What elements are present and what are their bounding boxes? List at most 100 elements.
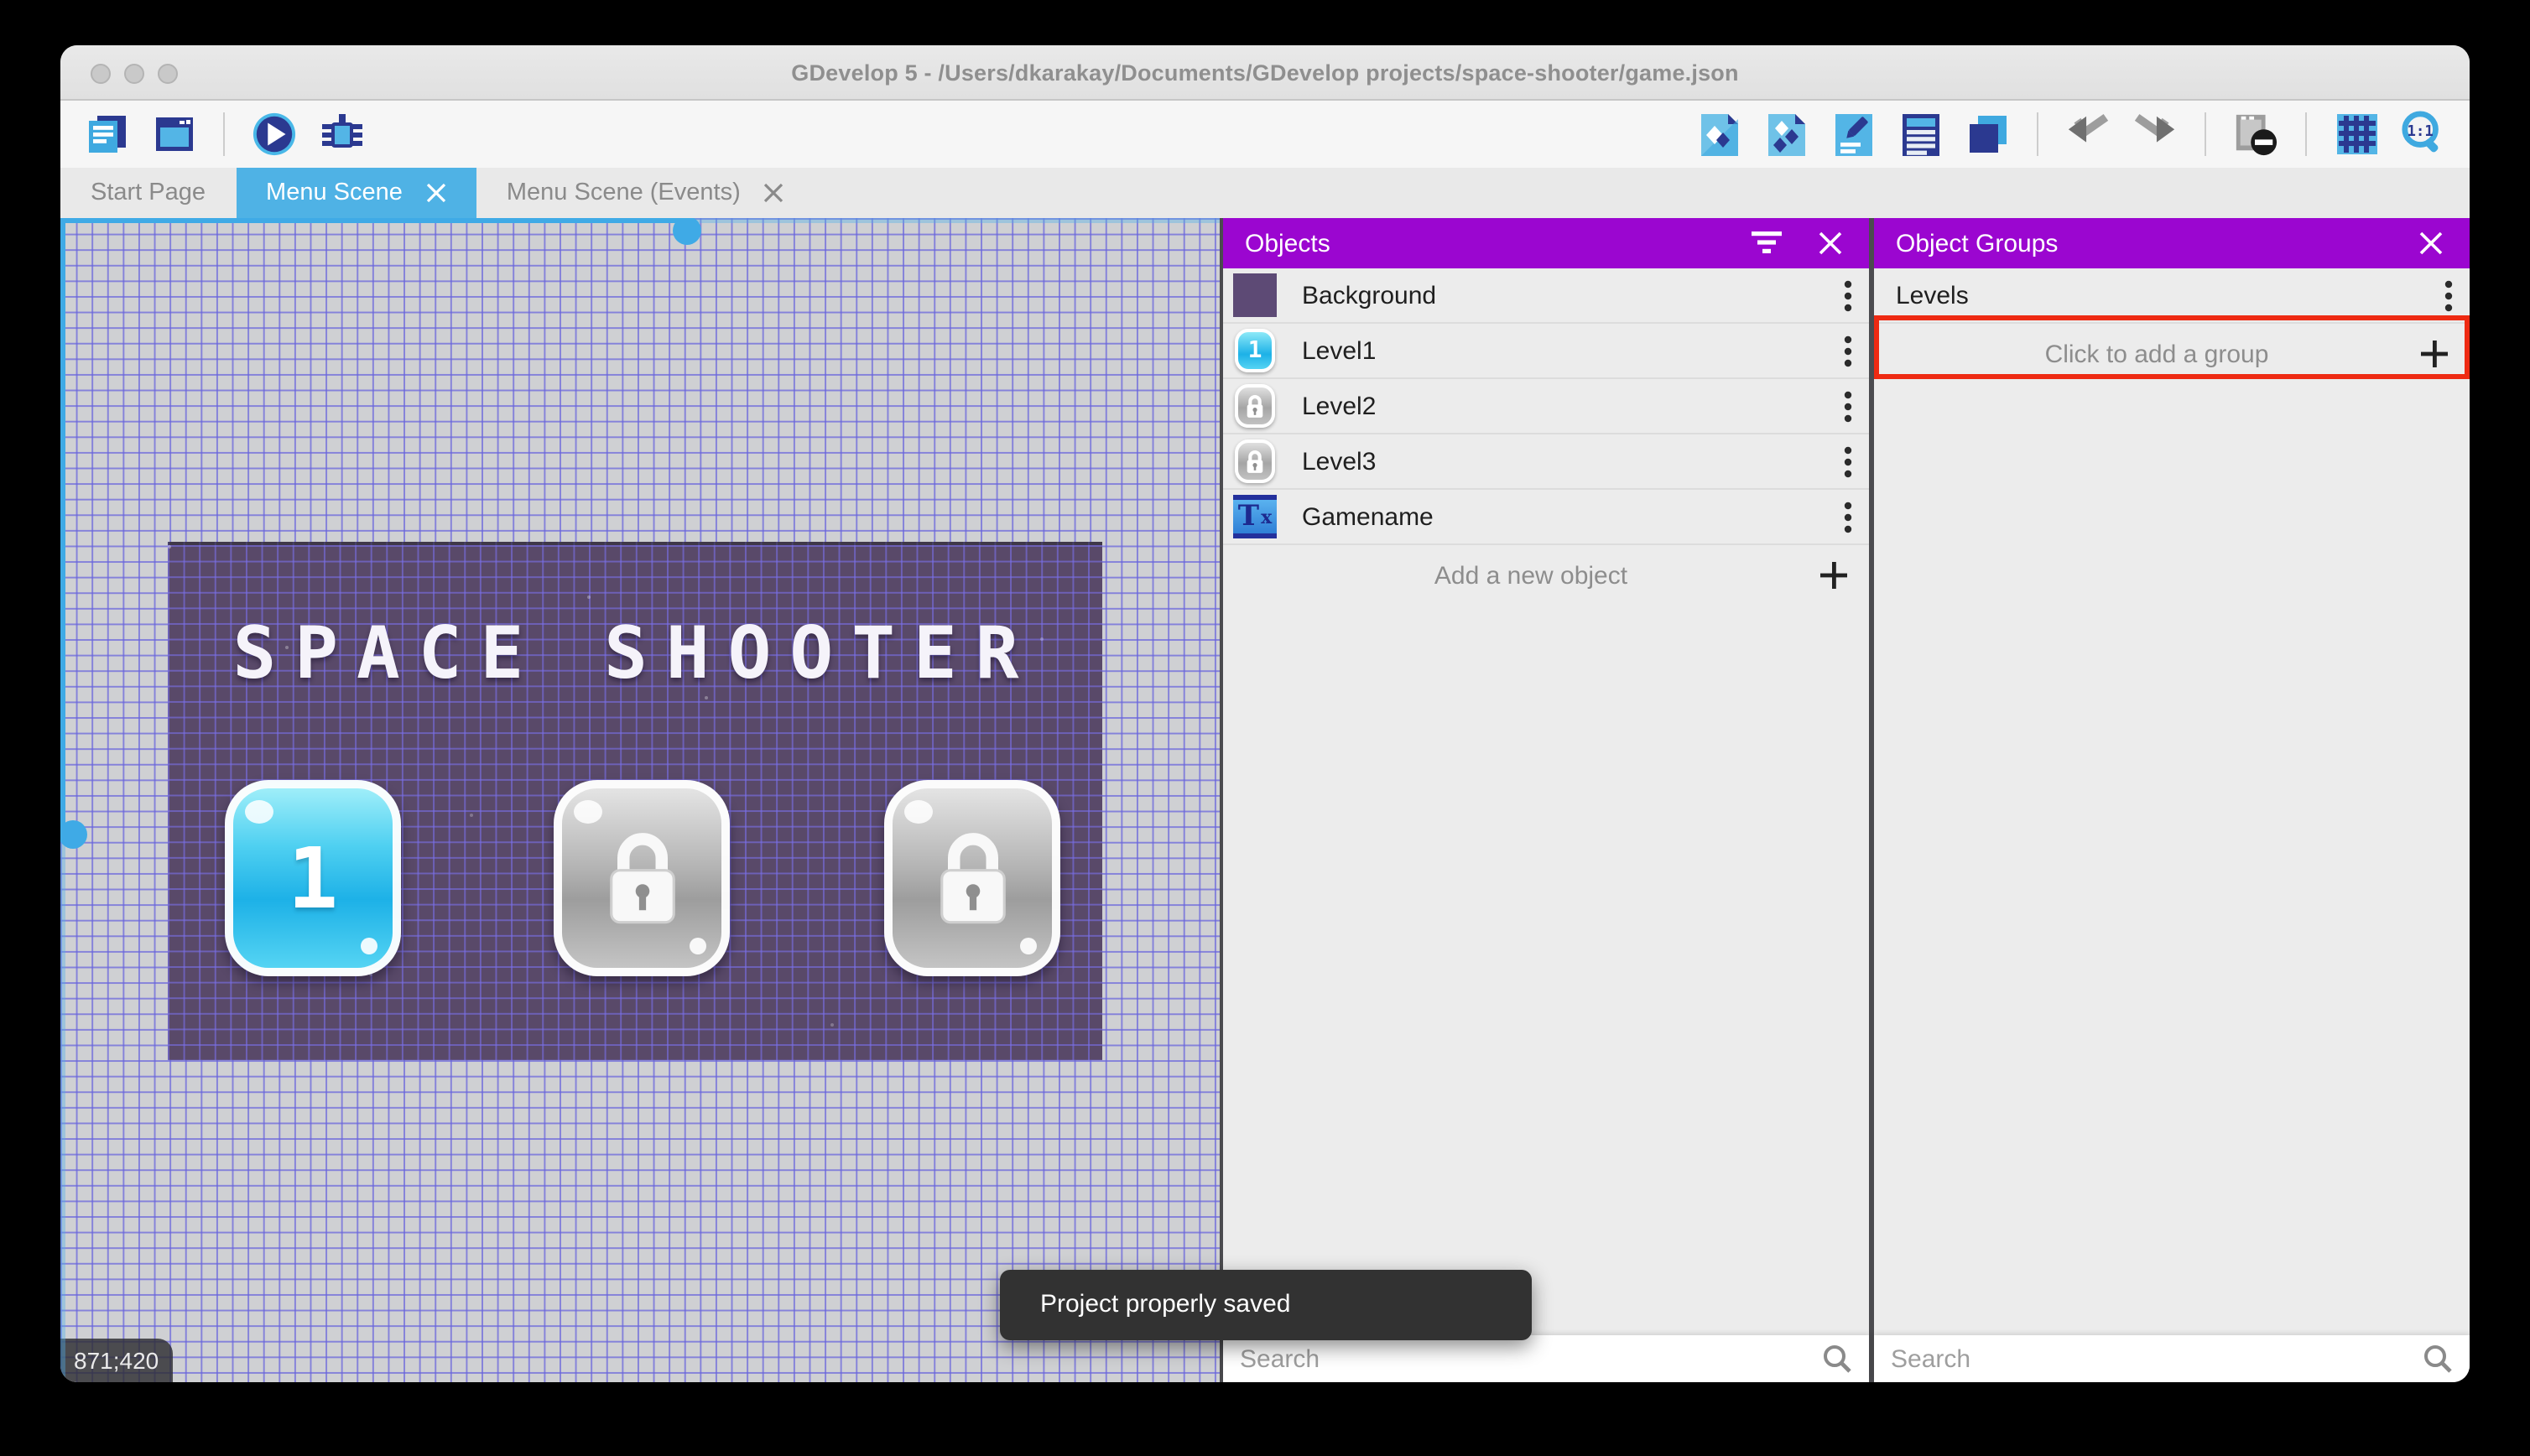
close-panel-icon[interactable] <box>2414 226 2448 260</box>
lock-icon <box>940 832 1005 923</box>
objects-search-input[interactable] <box>1240 1344 1822 1373</box>
toolbar-divider <box>2205 112 2206 156</box>
screen: GDevelop 5 - /Users/dkarakay/Documents/G… <box>0 0 2530 1456</box>
objects-list: Background 1 Level1 Level2 Level3 T x Ga… <box>1223 268 1869 1335</box>
gloss-decoration <box>690 938 706 954</box>
close-tab-icon[interactable] <box>764 183 784 203</box>
objects-editor-icon[interactable] <box>1696 112 1741 157</box>
objects-panel-header: Objects <box>1223 218 1869 268</box>
svg-text:1:1: 1:1 <box>2407 123 2433 140</box>
close-panel-icon[interactable] <box>1814 226 1847 260</box>
toolbar-divider <box>2305 112 2307 156</box>
vertical-scrollbar[interactable] <box>60 218 87 1382</box>
scene-window-icon[interactable] <box>151 112 196 157</box>
redo-icon[interactable] <box>2132 112 2178 157</box>
level2-button-object[interactable] <box>554 780 730 976</box>
horizontal-scrollbar-thumb[interactable] <box>673 218 701 245</box>
traffic-lights <box>91 63 178 83</box>
object-menu-icon[interactable] <box>1844 501 1852 533</box>
plus-icon <box>2421 341 2448 367</box>
horizontal-scrollbar[interactable] <box>60 218 1220 245</box>
layers-icon[interactable] <box>1965 112 2010 157</box>
window-title: GDevelop 5 - /Users/dkarakay/Documents/G… <box>791 60 1739 85</box>
search-icon <box>1824 1345 1851 1373</box>
cursor-coordinates: 871;420 <box>60 1339 173 1382</box>
objects-panel-title: Objects <box>1245 229 1330 257</box>
gloss-decoration <box>1020 938 1037 954</box>
gloss-decoration <box>245 800 273 824</box>
level1-button-thumbnail: 1 <box>1233 329 1277 372</box>
gdevelop-window: GDevelop 5 - /Users/dkarakay/Documents/G… <box>60 45 2470 1382</box>
tab-start-page[interactable]: Start Page <box>60 168 236 218</box>
filter-icon[interactable] <box>1750 226 1783 260</box>
tab-menu-scene[interactable]: Menu Scene <box>236 168 476 218</box>
close-window-button[interactable] <box>91 63 111 83</box>
groups-search-input[interactable] <box>1891 1344 2423 1373</box>
toolbar-divider <box>223 112 225 156</box>
object-groups-panel-header: Object Groups <box>1874 218 2470 268</box>
locked-button-thumbnail <box>1233 384 1277 428</box>
game-scene-background[interactable]: SPACE SHOOTER 1 <box>168 542 1102 1060</box>
object-row-background[interactable]: Background <box>1223 268 1869 324</box>
save-toast: Project properly saved <box>1000 1270 1532 1340</box>
level3-button-object[interactable] <box>884 780 1060 976</box>
instances-mask-icon[interactable] <box>2233 112 2278 157</box>
editor-tabs: Start Page Menu Scene Menu Scene (Events… <box>60 168 2470 218</box>
gloss-decoration <box>361 938 377 954</box>
group-menu-icon[interactable] <box>2444 279 2453 311</box>
properties-icon[interactable] <box>1830 112 1876 157</box>
object-groups-list: Levels Click to add a group <box>1874 268 2470 1335</box>
object-menu-icon[interactable] <box>1844 390 1852 422</box>
debug-icon[interactable] <box>319 112 364 157</box>
toolbar-divider <box>2037 112 2038 156</box>
minimize-window-button[interactable] <box>124 63 144 83</box>
project-manager-icon[interactable] <box>84 112 129 157</box>
group-row-levels[interactable]: Levels <box>1874 268 2470 324</box>
zoom-1-1-icon[interactable]: 1:1 <box>2401 111 2446 157</box>
add-new-object-label: Add a new object <box>1434 561 1628 590</box>
toolbar-right-group: 1:1 <box>1696 111 2446 157</box>
objects-search-bar <box>1223 1335 1869 1382</box>
object-menu-icon[interactable] <box>1844 335 1852 367</box>
tab-label: Menu Scene (Events) <box>506 179 741 206</box>
main-toolbar: 1:1 <box>60 101 2470 168</box>
preview-play-icon[interactable] <box>252 112 297 157</box>
add-group-label: Click to add a group <box>2044 340 2269 368</box>
object-row-level1[interactable]: 1 Level1 <box>1223 324 1869 379</box>
instances-list-icon[interactable] <box>1898 112 1943 157</box>
grid-icon[interactable] <box>2334 112 2379 157</box>
tab-menu-scene-events[interactable]: Menu Scene (Events) <box>476 168 815 218</box>
object-row-gamename[interactable]: Tx Gamename <box>1223 490 1869 545</box>
level1-button-object[interactable]: 1 <box>225 780 401 976</box>
object-label: Background <box>1302 281 1437 309</box>
text-object-thumbnail: Tx <box>1233 495 1277 538</box>
undo-icon[interactable] <box>2065 112 2111 157</box>
object-label: Gamename <box>1302 502 1434 531</box>
title-bar: GDevelop 5 - /Users/dkarakay/Documents/G… <box>60 45 2470 101</box>
object-groups-panel: Object Groups Levels Click to add a grou… <box>1874 218 2470 1382</box>
locked-button-thumbnail <box>1233 439 1277 483</box>
tab-label: Menu Scene <box>266 179 403 206</box>
object-label: Level1 <box>1302 336 1377 365</box>
object-row-level2[interactable]: Level2 <box>1223 379 1869 434</box>
background-thumbnail <box>1233 273 1277 317</box>
object-menu-icon[interactable] <box>1844 445 1852 477</box>
game-title-text: SPACE SHOOTER <box>232 612 1038 696</box>
search-icon <box>2424 1345 2452 1373</box>
close-tab-icon[interactable] <box>426 183 446 203</box>
object-label: Level3 <box>1302 447 1377 476</box>
object-groups-icon[interactable] <box>1763 112 1809 157</box>
add-group-button[interactable]: Click to add a group <box>1874 324 2470 384</box>
object-menu-icon[interactable] <box>1844 279 1852 311</box>
zoom-window-button[interactable] <box>158 63 178 83</box>
lock-icon <box>609 832 674 923</box>
vertical-scrollbar-thumb[interactable] <box>60 820 87 849</box>
add-new-object-button[interactable]: Add a new object <box>1223 545 1869 606</box>
object-row-level3[interactable]: Level3 <box>1223 434 1869 490</box>
tab-label: Start Page <box>91 179 206 206</box>
vertical-scrollbar-fill <box>60 218 65 835</box>
gloss-decoration <box>904 800 933 824</box>
object-label: Level2 <box>1302 392 1377 420</box>
gloss-decoration <box>574 800 602 824</box>
scene-canvas[interactable]: SPACE SHOOTER 1 871;420 <box>60 218 1220 1382</box>
